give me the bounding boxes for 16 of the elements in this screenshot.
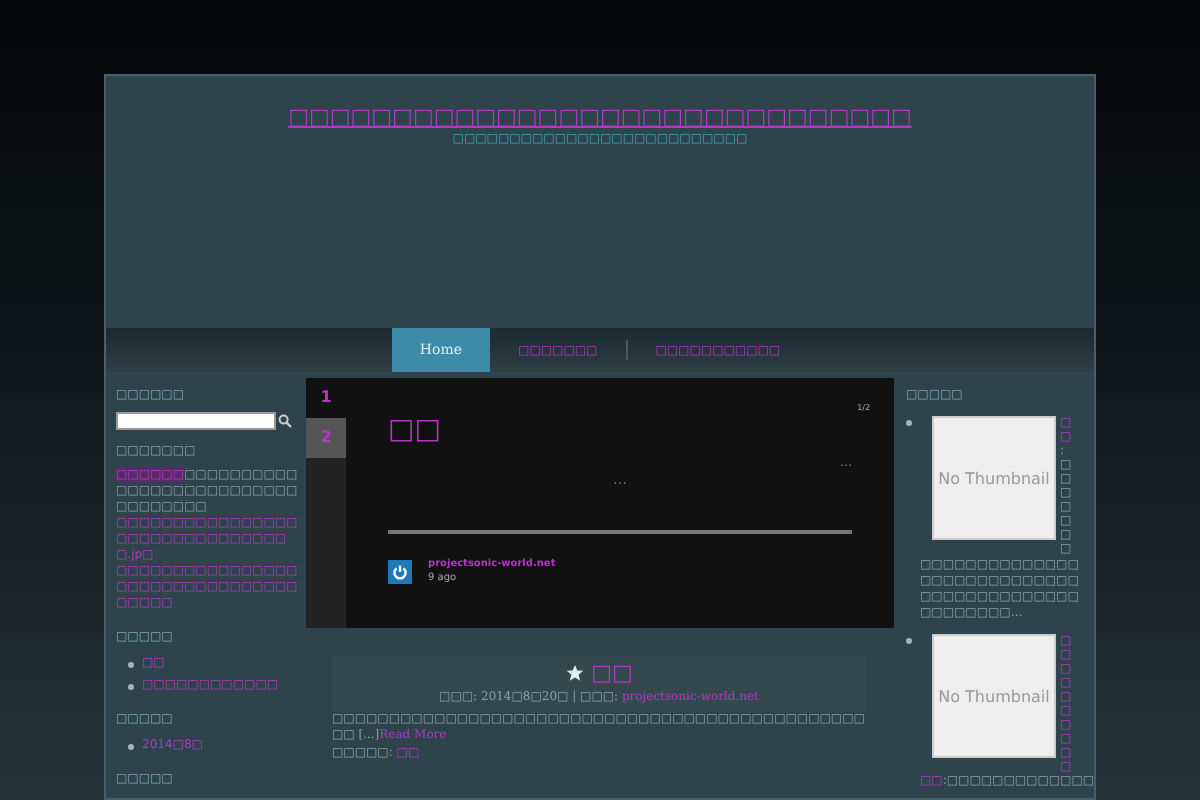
power-icon bbox=[388, 560, 412, 584]
search-field[interactable] bbox=[116, 412, 276, 430]
slide-tab[interactable]: 2 bbox=[306, 418, 346, 458]
site-title[interactable]: □□□□□□□□□□□□□□□□□□□□□□□□□□□□□□ bbox=[288, 106, 912, 128]
slide-title[interactable]: □□ bbox=[388, 416, 441, 444]
no-thumbnail-image: No Thumbnail bbox=[932, 416, 1056, 540]
bullet-icon bbox=[128, 743, 134, 749]
bullet-icon bbox=[906, 420, 912, 426]
slide-tab[interactable]: 1 bbox=[306, 378, 346, 418]
post-title[interactable]: □□ bbox=[591, 662, 633, 684]
star-icon bbox=[565, 664, 584, 682]
search-icon[interactable] bbox=[278, 414, 292, 428]
bullet-icon bbox=[128, 683, 134, 689]
no-thumbnail-image: No Thumbnail bbox=[932, 634, 1056, 758]
bullet-icon bbox=[906, 638, 912, 644]
bullet-icon bbox=[128, 661, 134, 667]
